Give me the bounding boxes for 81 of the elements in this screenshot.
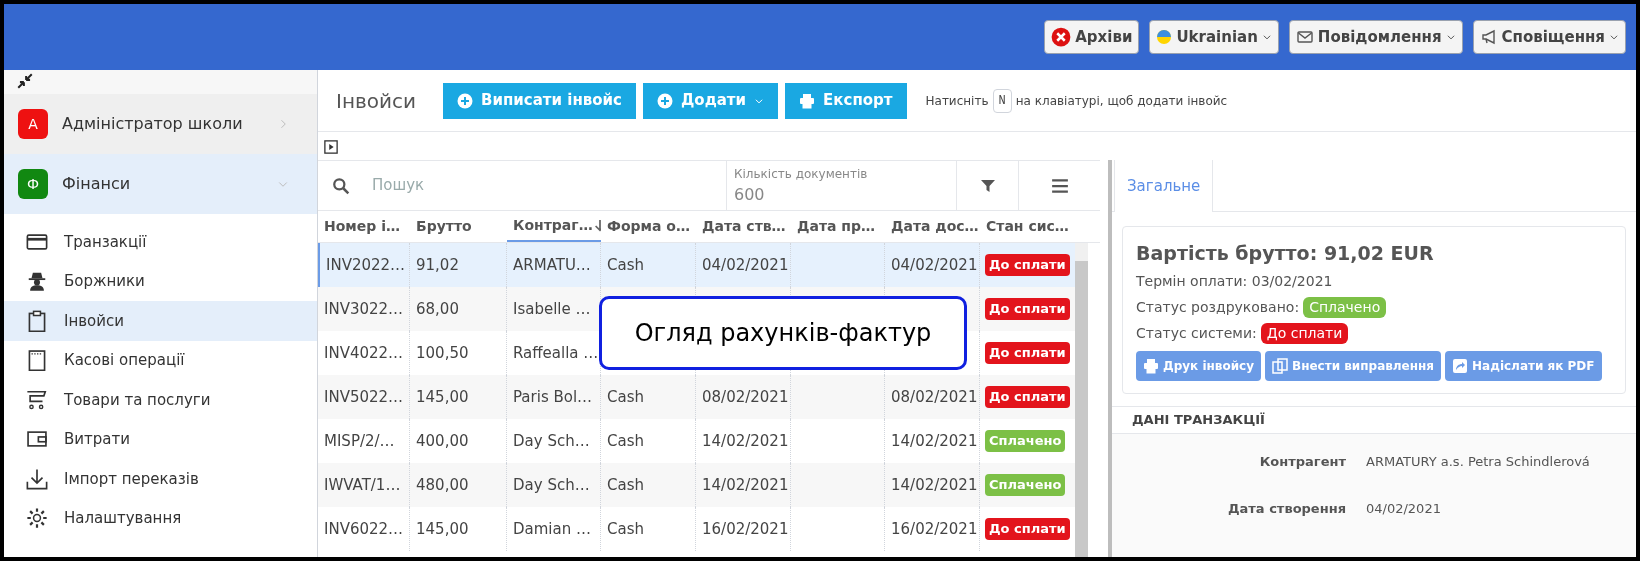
sidebar-item[interactable]: Боржники [4,261,317,301]
status-badge: До сплати [985,386,1070,408]
play-icon [324,140,338,154]
sidebar-item[interactable]: Товари та послуги [4,380,317,420]
topbar-button[interactable]: Сповіщення [1472,20,1626,54]
plus-circle-icon [457,92,473,109]
table-cell: Damian … [507,507,601,551]
field-label: Кількість документів [734,165,869,183]
sidebar-item[interactable]: Налаштування [4,498,317,538]
section-badge: A [18,109,48,139]
search-field[interactable]: Пошук [372,174,672,197]
count-value: 600 [734,183,766,206]
printer-icon [799,92,816,109]
printer-icon [1143,357,1159,374]
status-badge: До сплати [985,254,1070,276]
table-cell: INV6022… [318,507,410,551]
clipboard-icon [26,309,48,332]
column-header[interactable]: Номер і… [318,211,410,242]
gross-amount: Вартість брутто: 91,02 EUR [1136,241,1435,266]
plus-circle-icon [656,92,673,109]
sidebar-item[interactable]: Витрати [4,419,317,459]
column-header[interactable]: Брутто [410,211,507,242]
table-row[interactable]: INV2022… 91,02 ARMATU… Cash 04/02/2021 04/02/2021 До сплати [318,243,1075,287]
field-label: Контрагент [1258,452,1346,471]
column-header[interactable]: Форма о… [601,211,696,242]
table-cell: 145,00 [410,507,507,551]
column-header[interactable]: Дата пр… [791,211,885,242]
key-cap: N [992,88,1012,113]
section-title: ДАНІ ТРАНЗАКЦІЇ [1132,410,1265,429]
topbar-button[interactable]: Архіви [1044,20,1140,54]
table-row[interactable]: INV5022… 145,00 Paris Bol… Cash 08/02/2021 08/02/2021 До сплати [318,375,1075,419]
sidebar-item[interactable]: Касові операції [4,340,317,380]
filter-icon [979,177,996,194]
sidebar-item[interactable]: Транзакції [4,222,317,262]
section-label: Фінанси [62,173,132,195]
hint-text: Натисніть [925,92,989,110]
annotation-tooltip: Огляд рахунків-фактур [599,296,967,370]
download-icon [26,467,48,490]
cart-icon [26,388,48,411]
status-badge: До сплати [985,342,1070,364]
copy-icon [1272,357,1288,374]
table-cell: 16/02/2021 [885,507,980,551]
status-badge: До сплати [1260,322,1349,344]
share-icon [1452,357,1469,374]
field-label: Дата створення [1227,500,1346,518]
scrollbar[interactable] [1075,243,1088,557]
topbar-button[interactable]: Повідомлення [1288,20,1463,54]
status-badge: Сплачено [985,474,1066,496]
status-badge: До сплати [985,298,1070,320]
flag-icon [1156,28,1173,46]
sidebar-item[interactable]: Імпорт переказів [4,459,317,499]
status-label: Статус роздруковано: [1136,297,1300,317]
search-icon [332,176,350,195]
spy-icon [26,270,48,293]
table-cell: Cash [601,507,696,551]
table-cell: 16/02/2021 [696,507,791,551]
language-dropdown[interactable]: Ukrainian [1149,20,1279,54]
calendar-icon [26,349,48,372]
page-title: Інвойси [336,87,416,115]
status-badge: До сплати [985,518,1070,540]
menu-icon [1050,176,1069,195]
status-badge: Сплачено [1303,296,1387,318]
sidebar-item[interactable]: Інвойси [4,301,317,341]
column-header[interactable]: Дата дос… [885,211,980,242]
sidebar-section[interactable]: A Адміністратор школи [4,94,317,154]
envelope-icon [1295,29,1314,45]
column-header[interactable]: Дата ств… [696,211,791,242]
close-icon [1051,27,1072,47]
column-header[interactable]: Стан сис… [980,211,1075,242]
field-value: 04/02/2021 [1366,500,1441,518]
field-value: ARMATURY a.s. Petra Schindlerová [1366,452,1590,471]
megaphone-icon [1479,29,1498,45]
table-row[interactable]: IWVAT/1… 480,00 Day Sch… Cash 14/02/2021 14/02/2021 Сплачено [318,463,1075,507]
hint-text: на клавіатурі, щоб додати інвойс [1015,92,1228,110]
status-badge: Сплачено [985,430,1066,452]
section-badge: Ф [18,169,48,199]
collapse-icon [16,72,34,90]
status-label: Статус системи: [1136,323,1257,343]
section-label: Адміністратор школи [62,113,244,135]
sidebar-section[interactable]: Ф Фінанси [4,154,317,214]
due-date: Термін оплати: 03/02/2021 [1136,271,1334,291]
